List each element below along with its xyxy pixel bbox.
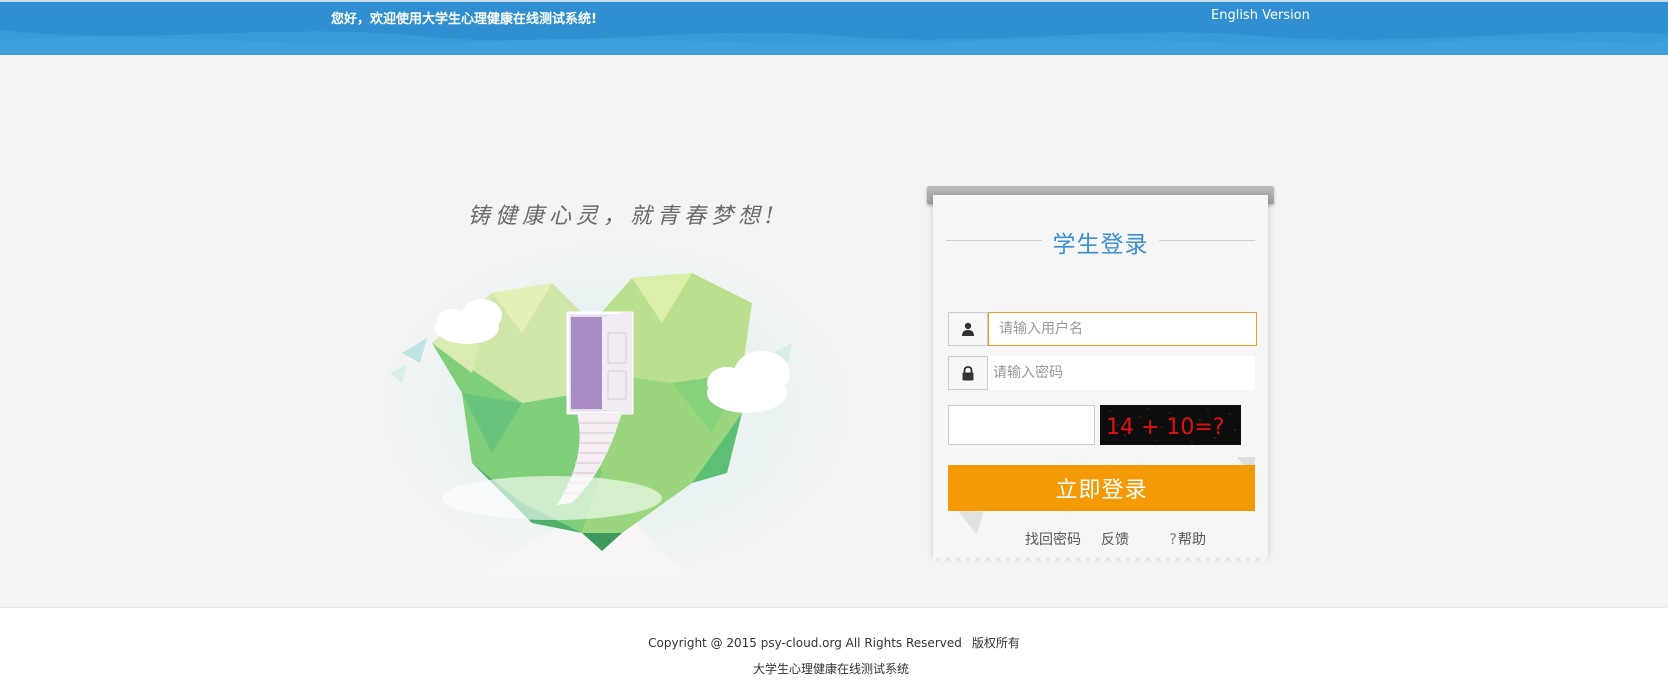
login-links: 找回密码 反馈 ?帮助 (933, 529, 1268, 549)
password-input[interactable] (988, 356, 1255, 390)
copyright-text: Copyright @ 2015 psy-cloud.org All Right… (648, 636, 962, 650)
english-version-link[interactable]: English Version (1211, 8, 1310, 23)
top-header-bar: 您好，欢迎使用大学生心理健康在线测试系统! English Version (0, 0, 1668, 55)
page-footer: Copyright @ 2015 psy-cloud.org All Right… (0, 607, 1668, 698)
login-submit-button[interactable]: 立即登录 (948, 465, 1255, 511)
captcha-text: 14 + 10=? (1106, 415, 1225, 440)
header-wave-decoration (0, 0, 1668, 55)
rights-text: 版权所有 (971, 636, 1020, 650)
username-field (948, 312, 1257, 346)
feedback-link[interactable]: 反馈 (1101, 529, 1129, 549)
lock-icon (949, 357, 988, 389)
captcha-image[interactable]: 14 + 10=? (1100, 405, 1241, 445)
heart-door-illustration (372, 233, 862, 583)
user-icon (949, 313, 988, 345)
forgot-password-link[interactable]: 找回密码 (1025, 529, 1081, 549)
login-title: 学生登录 (1052, 232, 1149, 258)
help-link[interactable]: ?帮助 (1169, 529, 1206, 549)
welcome-message: 您好，欢迎使用大学生心理健康在线测试系统! (331, 12, 597, 27)
slogan-text: 铸健康心灵，就青春梦想! (468, 204, 779, 229)
footer-copyright-line: Copyright @ 2015 psy-cloud.org All Right… (0, 634, 1668, 651)
question-mark-icon: ? (1169, 530, 1177, 548)
title-divider-right (1159, 240, 1255, 241)
username-input[interactable] (988, 312, 1257, 346)
captcha-input[interactable] (948, 405, 1095, 445)
login-card: 学生登录 请输入用户名 14 + 10=? 立即登录 找回密码 反馈 ?帮助 (933, 195, 1268, 563)
main-content: 铸健康心灵，就青春梦想! 学生登录 请输入用户名 14 + 10=? 立即登录 … (0, 55, 1668, 607)
help-link-label: 帮助 (1177, 532, 1206, 548)
footer-system-name: 大学生心理健康在线测试系统 (752, 662, 909, 676)
password-field (948, 356, 1255, 390)
card-zigzag-edge (933, 555, 1268, 563)
